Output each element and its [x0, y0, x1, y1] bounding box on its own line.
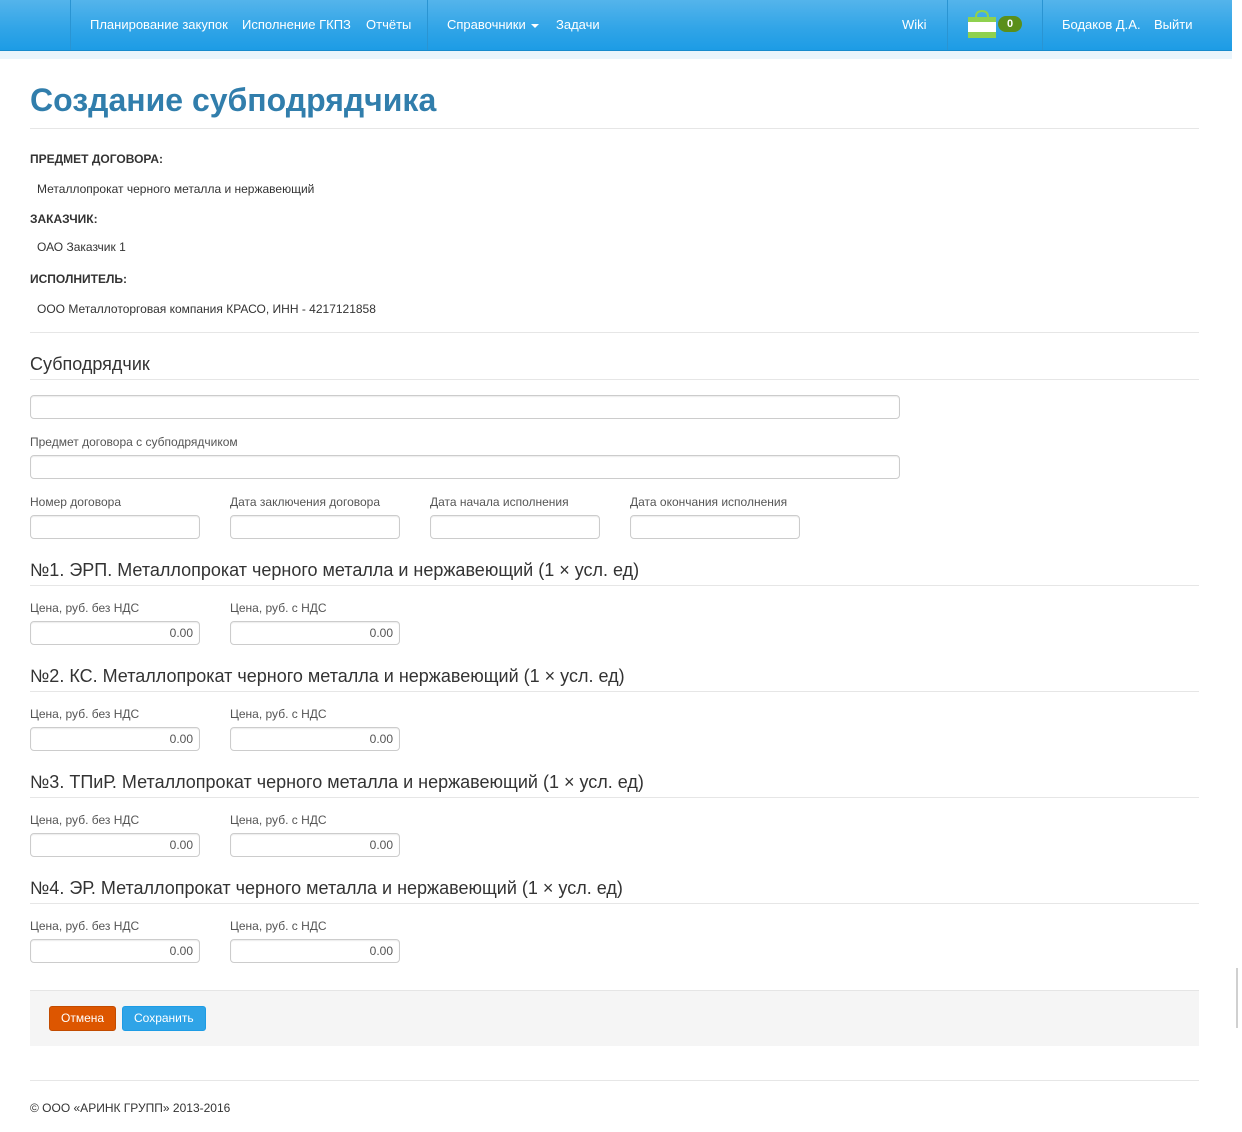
top-navbar: Планирование закупок Исполнение ГКПЗ Отч… [0, 0, 1232, 51]
contract-number-input[interactable] [30, 515, 200, 539]
divider [30, 903, 1199, 904]
position-heading: №1. ЭРП. Металлопрокат черного металла и… [30, 560, 640, 580]
end-date-input[interactable] [630, 515, 800, 539]
position-heading: №2. КС. Металлопрокат черного металла и … [30, 666, 625, 686]
subject-label: ПРЕДМЕТ ДОГОВОРА: [30, 152, 164, 166]
price-vat-label: Цена, руб. с НДС [230, 919, 327, 933]
price-vat-label: Цена, руб. с НДС [230, 601, 327, 615]
subcontract-subject-input[interactable] [30, 455, 900, 479]
divider [30, 691, 1199, 692]
nav-divider [70, 0, 71, 50]
contract-date-label: Дата заключения договора [230, 495, 381, 509]
executor-label: ИСПОЛНИТЕЛЬ: [30, 272, 128, 286]
price-no-vat-input[interactable] [30, 621, 200, 645]
customer-label: ЗАКАЗЧИК: [30, 212, 98, 226]
customer-value: ОАО Заказчик 1 [37, 240, 126, 254]
nav-item-logout[interactable]: Выйти [1154, 0, 1193, 50]
cancel-button[interactable]: Отмена [49, 1006, 117, 1031]
nav-item-references-dropdown[interactable]: Справочники [447, 0, 539, 50]
nav-item-user[interactable]: Бодаков Д.А. [1062, 0, 1141, 50]
scrollbar[interactable] [1236, 968, 1238, 1028]
price-no-vat-input[interactable] [30, 727, 200, 751]
footer-copyright: © ООО «АРИНК ГРУПП» 2013-2016 [30, 1101, 231, 1115]
nav-item-wiki[interactable]: Wiki [902, 0, 927, 50]
navbar-shadow-strip [0, 51, 1232, 59]
divider [30, 585, 1199, 586]
contract-date-input[interactable] [230, 515, 400, 539]
end-date-label: Дата окончания исполнения [630, 495, 788, 509]
subject-value: Металлопрокат черного металла и нержавею… [37, 182, 315, 196]
nav-item-references-label: Справочники [447, 17, 526, 32]
nav-divider [1042, 0, 1043, 50]
caret-down-icon [530, 23, 539, 28]
price-no-vat-label: Цена, руб. без НДС [30, 813, 140, 827]
position-heading: №4. ЭР. Металлопрокат черного металла и … [30, 878, 623, 898]
nav-divider [947, 0, 948, 50]
divider [30, 128, 1199, 129]
price-vat-input[interactable] [230, 939, 400, 963]
nav-item-procurement-planning[interactable]: Планирование закупок [90, 0, 228, 50]
price-no-vat-label: Цена, руб. без НДС [30, 601, 140, 615]
subcontract-subject-label: Предмет договора с субподрядчиком [30, 435, 238, 449]
form-actions: Отмена Сохранить [30, 990, 1199, 1046]
price-no-vat-input[interactable] [30, 833, 200, 857]
price-vat-input[interactable] [230, 833, 400, 857]
save-button[interactable]: Сохранить [122, 1006, 206, 1031]
price-vat-input[interactable] [230, 727, 400, 751]
nav-item-gkpz-execution[interactable]: Исполнение ГКПЗ [242, 0, 351, 50]
divider [30, 797, 1199, 798]
divider [30, 379, 1199, 380]
page-title: Создание субподрядчика [30, 82, 437, 118]
executor-value: ООО Металлоторговая компания КРАСО, ИНН … [37, 302, 376, 316]
start-date-input[interactable] [430, 515, 600, 539]
footer-divider [30, 1080, 1199, 1081]
price-no-vat-label: Цена, руб. без НДС [30, 707, 140, 721]
position-heading: №3. ТПиР. Металлопрокат черного металла … [30, 772, 644, 792]
price-vat-input[interactable] [230, 621, 400, 645]
price-vat-label: Цена, руб. с НДС [230, 813, 327, 827]
subcontractor-name-input[interactable] [30, 395, 900, 419]
nav-divider [427, 0, 428, 50]
cart-count-badge: 0 [998, 16, 1022, 32]
contract-number-label: Номер договора [30, 495, 121, 509]
price-vat-label: Цена, руб. с НДС [230, 707, 327, 721]
shopping-bag-icon[interactable] [966, 8, 998, 40]
start-date-label: Дата начала исполнения [430, 495, 569, 509]
subcontractor-heading: Субподрядчик [30, 354, 150, 374]
price-no-vat-label: Цена, руб. без НДС [30, 919, 140, 933]
price-no-vat-input[interactable] [30, 939, 200, 963]
nav-item-tasks[interactable]: Задачи [556, 0, 600, 50]
nav-item-reports[interactable]: Отчёты [366, 0, 411, 50]
divider [30, 332, 1199, 333]
